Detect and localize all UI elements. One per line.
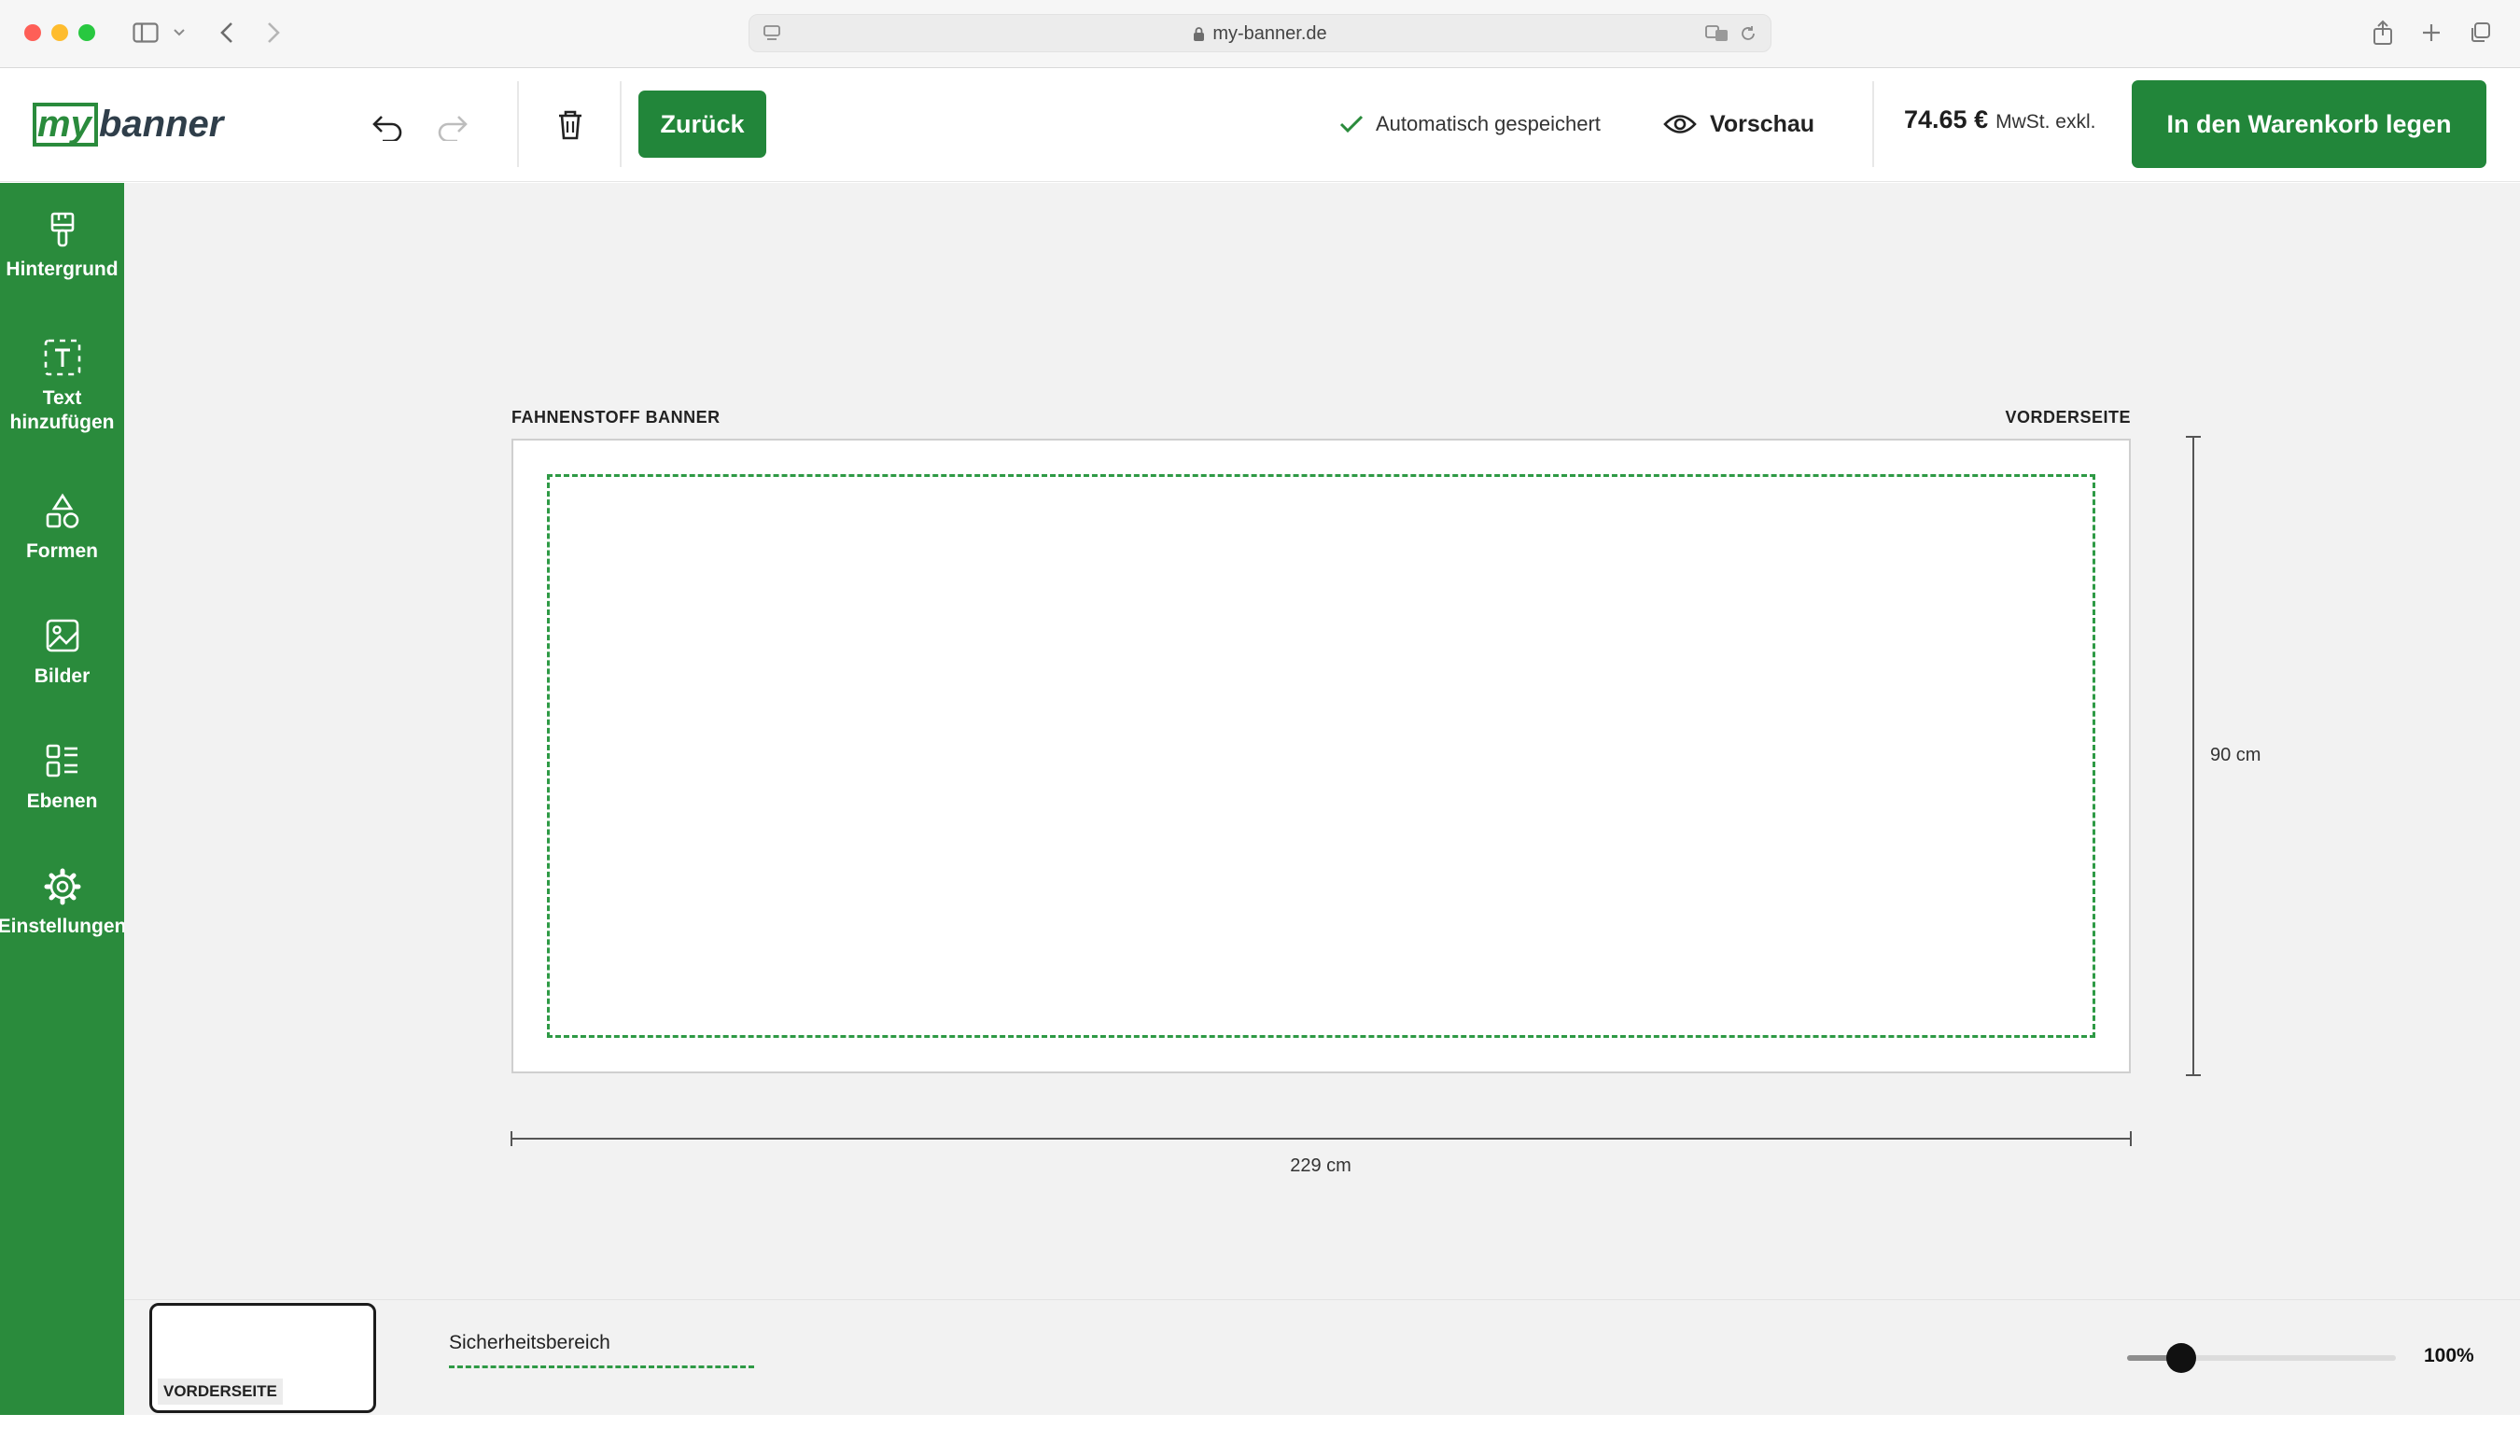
- page-bottom-strip: [0, 1415, 2520, 1456]
- zoom-level: 100%: [2424, 1345, 2474, 1366]
- header-divider: [620, 81, 622, 167]
- side-label: VORDERSEITE: [2005, 408, 2131, 427]
- header-divider: [1872, 81, 1874, 167]
- sidebar-item-settings[interactable]: Einstellungen: [0, 868, 127, 939]
- page-thumbnail-front[interactable]: VORDERSEITE: [149, 1303, 376, 1413]
- gear-icon: [44, 868, 80, 905]
- banner-canvas[interactable]: [511, 439, 2131, 1073]
- text-box-icon: [44, 339, 80, 376]
- safety-area-label: Sicherheitsbereich: [449, 1332, 610, 1353]
- mybanner-logo[interactable]: my banner: [32, 96, 302, 157]
- safety-area-legend: Sicherheitsbereich: [449, 1332, 754, 1368]
- chevron-down-icon[interactable]: [168, 17, 190, 49]
- undo-button[interactable]: [366, 105, 409, 148]
- back-arrow-icon[interactable]: [213, 17, 241, 49]
- sidebar-item-label: Formen: [25, 540, 98, 562]
- svg-text:banner: banner: [99, 104, 226, 145]
- add-to-cart-button[interactable]: In den Warenkorb legen: [2132, 80, 2486, 168]
- sidebar-item-label: Ebenen: [26, 791, 98, 812]
- svg-text:my: my: [37, 104, 93, 145]
- zoom-slider-handle[interactable]: [2165, 1343, 2196, 1373]
- window-minimize-button[interactable]: [51, 24, 68, 41]
- redo-icon: [438, 116, 468, 141]
- safety-area-outline: [547, 474, 2095, 1038]
- thumbnail-label: VORDERSEITE: [158, 1379, 283, 1405]
- tool-sidebar: Hintergrund Text hinzufügen Formen Bilde…: [0, 183, 127, 1415]
- width-label: 229 cm: [1290, 1155, 1351, 1176]
- layers-icon: [46, 744, 77, 777]
- sidebar-item-label: Einstellungen: [0, 916, 127, 937]
- forward-arrow-icon[interactable]: [259, 17, 287, 49]
- safety-area-swatch: [449, 1365, 754, 1368]
- sidebar-item-label: Bilder: [34, 665, 91, 687]
- preview-button[interactable]: Vorschau: [1663, 104, 1814, 145]
- paintbrush-icon: [50, 212, 74, 247]
- sidebar-item-background[interactable]: Hintergrund: [0, 211, 124, 282]
- translate-icon[interactable]: [1705, 24, 1729, 48]
- sidebar-item-label: Text hinzufügen: [9, 387, 115, 433]
- sidebar-item-layers[interactable]: Ebenen: [0, 743, 124, 814]
- eye-icon: [1663, 115, 1697, 133]
- price-display: 74.65 € MwSt. exkl.: [1904, 105, 2095, 143]
- width-dimension-line: [511, 1131, 2132, 1146]
- lock-icon: [1193, 18, 1205, 56]
- window-close-button[interactable]: [24, 24, 41, 41]
- price-tax-note: MwSt. exkl.: [1995, 111, 2096, 133]
- reload-icon[interactable]: [1739, 24, 1757, 48]
- price-value: 74.65 €: [1904, 105, 1989, 133]
- image-icon: [46, 619, 78, 652]
- header-divider: [517, 81, 519, 167]
- zoom-slider[interactable]: [2127, 1343, 2396, 1373]
- tab-overview-icon[interactable]: [2466, 17, 2494, 49]
- window-maximize-button[interactable]: [78, 24, 95, 41]
- sidebar-item-shapes[interactable]: Formen: [0, 493, 124, 564]
- checkmark-icon: [1339, 115, 1364, 133]
- back-button[interactable]: Zurück: [638, 91, 766, 158]
- height-dimension-line: [2186, 436, 2201, 1076]
- sidebar-item-label: Hintergrund: [6, 259, 119, 280]
- preview-label: Vorschau: [1710, 110, 1815, 137]
- new-tab-icon[interactable]: [2417, 17, 2445, 49]
- undo-icon: [372, 116, 402, 141]
- autosave-label: Automatisch gespeichert: [1376, 112, 1601, 135]
- browser-chrome: my-banner.de: [0, 0, 2520, 68]
- sidebar-toggle-icon[interactable]: [127, 17, 164, 49]
- bottom-toolbar: VORDERSEITE Sicherheitsbereich 100%: [124, 1299, 2520, 1415]
- product-label: FAHNENSTOFF BANNER: [511, 408, 721, 427]
- logo-graphic: my banner: [33, 103, 226, 147]
- url-text[interactable]: my-banner.de: [1212, 23, 1326, 44]
- address-bar[interactable]: my-banner.de: [749, 14, 1771, 52]
- trash-icon: [559, 110, 581, 140]
- sidebar-item-add-text[interactable]: Text hinzufügen: [0, 338, 124, 435]
- height-label: 90 cm: [2210, 745, 2261, 765]
- autosave-status: Automatisch gespeichert: [1338, 105, 1601, 143]
- share-icon[interactable]: [2369, 17, 2397, 49]
- sidebar-item-images[interactable]: Bilder: [0, 618, 124, 689]
- redo-button[interactable]: [431, 105, 474, 148]
- shapes-icon: [46, 493, 78, 528]
- app-header: my banner Zurück Automatisch gespeichert…: [0, 68, 2520, 182]
- delete-button[interactable]: [549, 104, 592, 147]
